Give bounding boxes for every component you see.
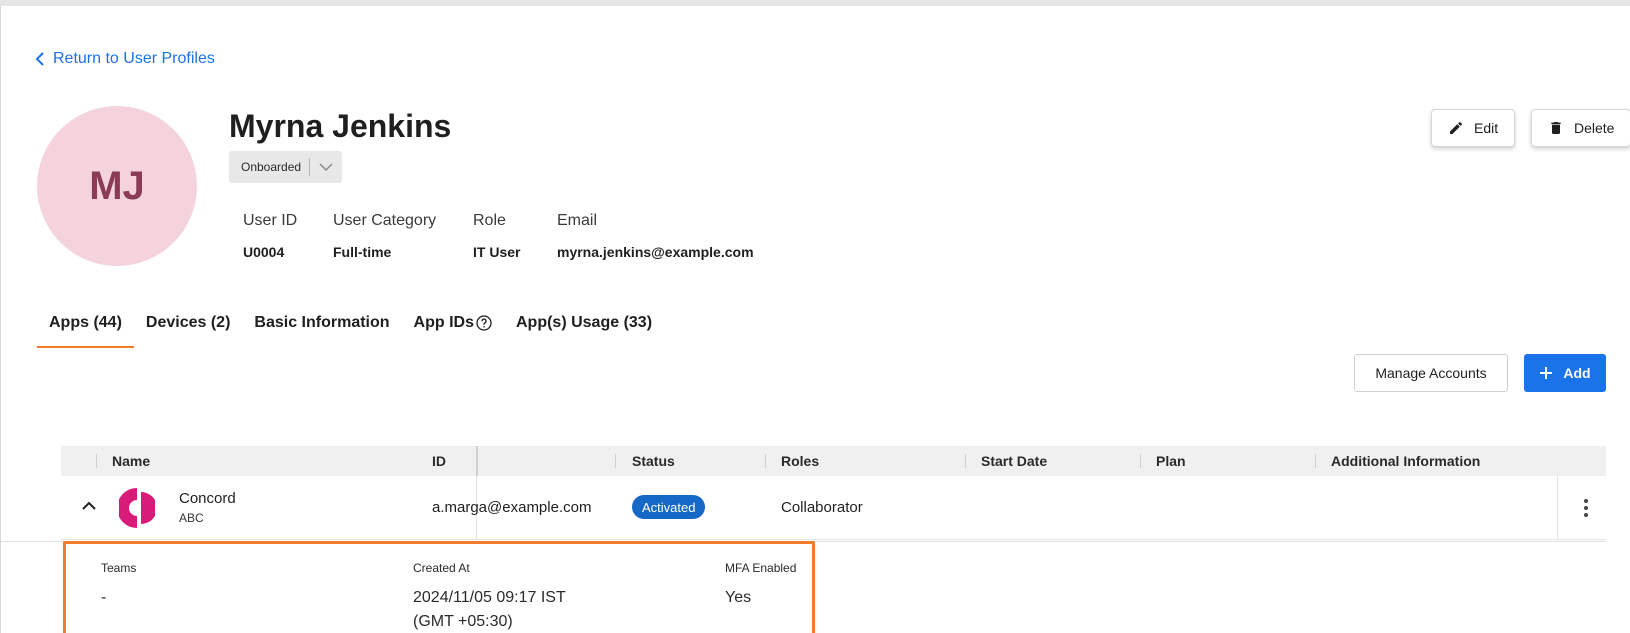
- column-divider: [1315, 454, 1316, 468]
- app-name[interactable]: Concord: [179, 490, 236, 507]
- account-id-cell: a.marga@example.com: [432, 499, 592, 516]
- avatar: MJ: [37, 106, 197, 266]
- column-header-status[interactable]: Status: [632, 453, 675, 469]
- chevron-left-icon: [35, 52, 44, 66]
- return-link-label: Return to User Profiles: [53, 50, 215, 67]
- column-header-additional-information[interactable]: Additional Information: [1331, 453, 1480, 469]
- column-divider: [96, 454, 97, 468]
- info-label: Role: [473, 212, 506, 229]
- chevron-down-icon[interactable]: [310, 163, 342, 171]
- status-badge: Activated: [632, 495, 706, 519]
- status-value: Onboarded: [241, 160, 302, 174]
- concord-logo-icon: [119, 488, 155, 528]
- delete-button[interactable]: Delete: [1531, 109, 1630, 147]
- info-value: Full-time: [333, 244, 392, 260]
- info-value: U0004: [243, 244, 285, 260]
- manage-accounts-button[interactable]: Manage Accounts: [1354, 354, 1508, 392]
- tab-apps[interactable]: Apps (44): [37, 302, 134, 348]
- detail-label-mfa-enabled: MFA Enabled: [725, 561, 797, 575]
- info-label: User ID: [243, 212, 298, 229]
- detail-label-teams: Teams: [101, 561, 137, 575]
- chevron-up-icon[interactable]: [81, 500, 97, 512]
- info-value: IT User: [473, 244, 521, 260]
- tab-label: App(s) Usage (33): [516, 314, 653, 331]
- detail-value-mfa-enabled: Yes: [725, 589, 752, 606]
- tab-label: App IDs: [413, 314, 474, 331]
- more-vertical-icon[interactable]: [1575, 496, 1597, 520]
- column-header-name[interactable]: Name: [112, 453, 150, 469]
- column-divider: [965, 454, 966, 468]
- user-name: Myrna Jenkins: [229, 108, 452, 144]
- column-divider: [765, 454, 766, 468]
- tab-label: Basic Information: [254, 314, 390, 331]
- name-column-resize-handle[interactable]: [476, 446, 478, 476]
- tab-label: Apps (44): [49, 314, 122, 331]
- tab-devices[interactable]: Devices (2): [134, 302, 243, 348]
- column-divider: [1557, 476, 1558, 540]
- info-label: Email: [557, 212, 598, 229]
- trash-icon: [1551, 122, 1561, 134]
- info-user-id: User ID U0004: [243, 212, 297, 260]
- return-to-user-profiles-link[interactable]: Return to User Profiles: [35, 50, 215, 68]
- profile-tabs: Apps (44) Devices (2) Basic Information …: [37, 302, 664, 348]
- info-user-category: User Category Full-time: [333, 212, 436, 260]
- column-divider: [615, 454, 616, 468]
- roles-cell: Collaborator: [781, 499, 863, 516]
- tab-label: Devices (2): [145, 314, 231, 331]
- column-divider: [1140, 454, 1141, 468]
- edit-label: Edit: [1474, 120, 1499, 136]
- add-label: Add: [1563, 365, 1591, 381]
- apps-table-header: Name ID Status Roles Start Date Plan Add…: [61, 446, 1606, 476]
- avatar-initials: MJ: [89, 163, 145, 208]
- question-circle-icon[interactable]: [476, 314, 492, 336]
- status-dropdown[interactable]: Onboarded: [229, 151, 343, 183]
- table-row[interactable]: Concord ABC a.marga@example.com Activate…: [61, 476, 1606, 540]
- pencil-icon: [1450, 121, 1462, 134]
- column-header-id[interactable]: ID: [432, 453, 446, 469]
- info-label: User Category: [333, 212, 437, 229]
- delete-label: Delete: [1574, 120, 1615, 136]
- add-button[interactable]: Add: [1524, 354, 1606, 392]
- info-value: myrna.jenkins@example.com: [557, 244, 754, 260]
- info-email: Email myrna.jenkins@example.com: [557, 212, 754, 260]
- app-org: ABC: [179, 511, 204, 525]
- detail-label-created-at: Created At: [413, 561, 470, 575]
- column-header-plan[interactable]: Plan: [1156, 453, 1186, 469]
- column-header-roles[interactable]: Roles: [781, 453, 819, 469]
- column-header-start-date[interactable]: Start Date: [981, 453, 1047, 469]
- plus-icon: [1540, 367, 1553, 379]
- edit-button[interactable]: Edit: [1431, 109, 1515, 147]
- detail-value-created-at: 2024/11/05 09:17 IST (GMT +05:30): [413, 589, 566, 630]
- tab-basic-information[interactable]: Basic Information: [242, 302, 401, 348]
- page-frame: Return to User Profiles MJ Myrna Jenkins…: [0, 6, 1630, 633]
- tab-app-usage[interactable]: App(s) Usage (33): [504, 302, 664, 348]
- detail-value-teams: -: [101, 589, 107, 606]
- info-role: Role IT User: [473, 212, 520, 260]
- tab-app-ids[interactable]: App IDs: [402, 302, 504, 348]
